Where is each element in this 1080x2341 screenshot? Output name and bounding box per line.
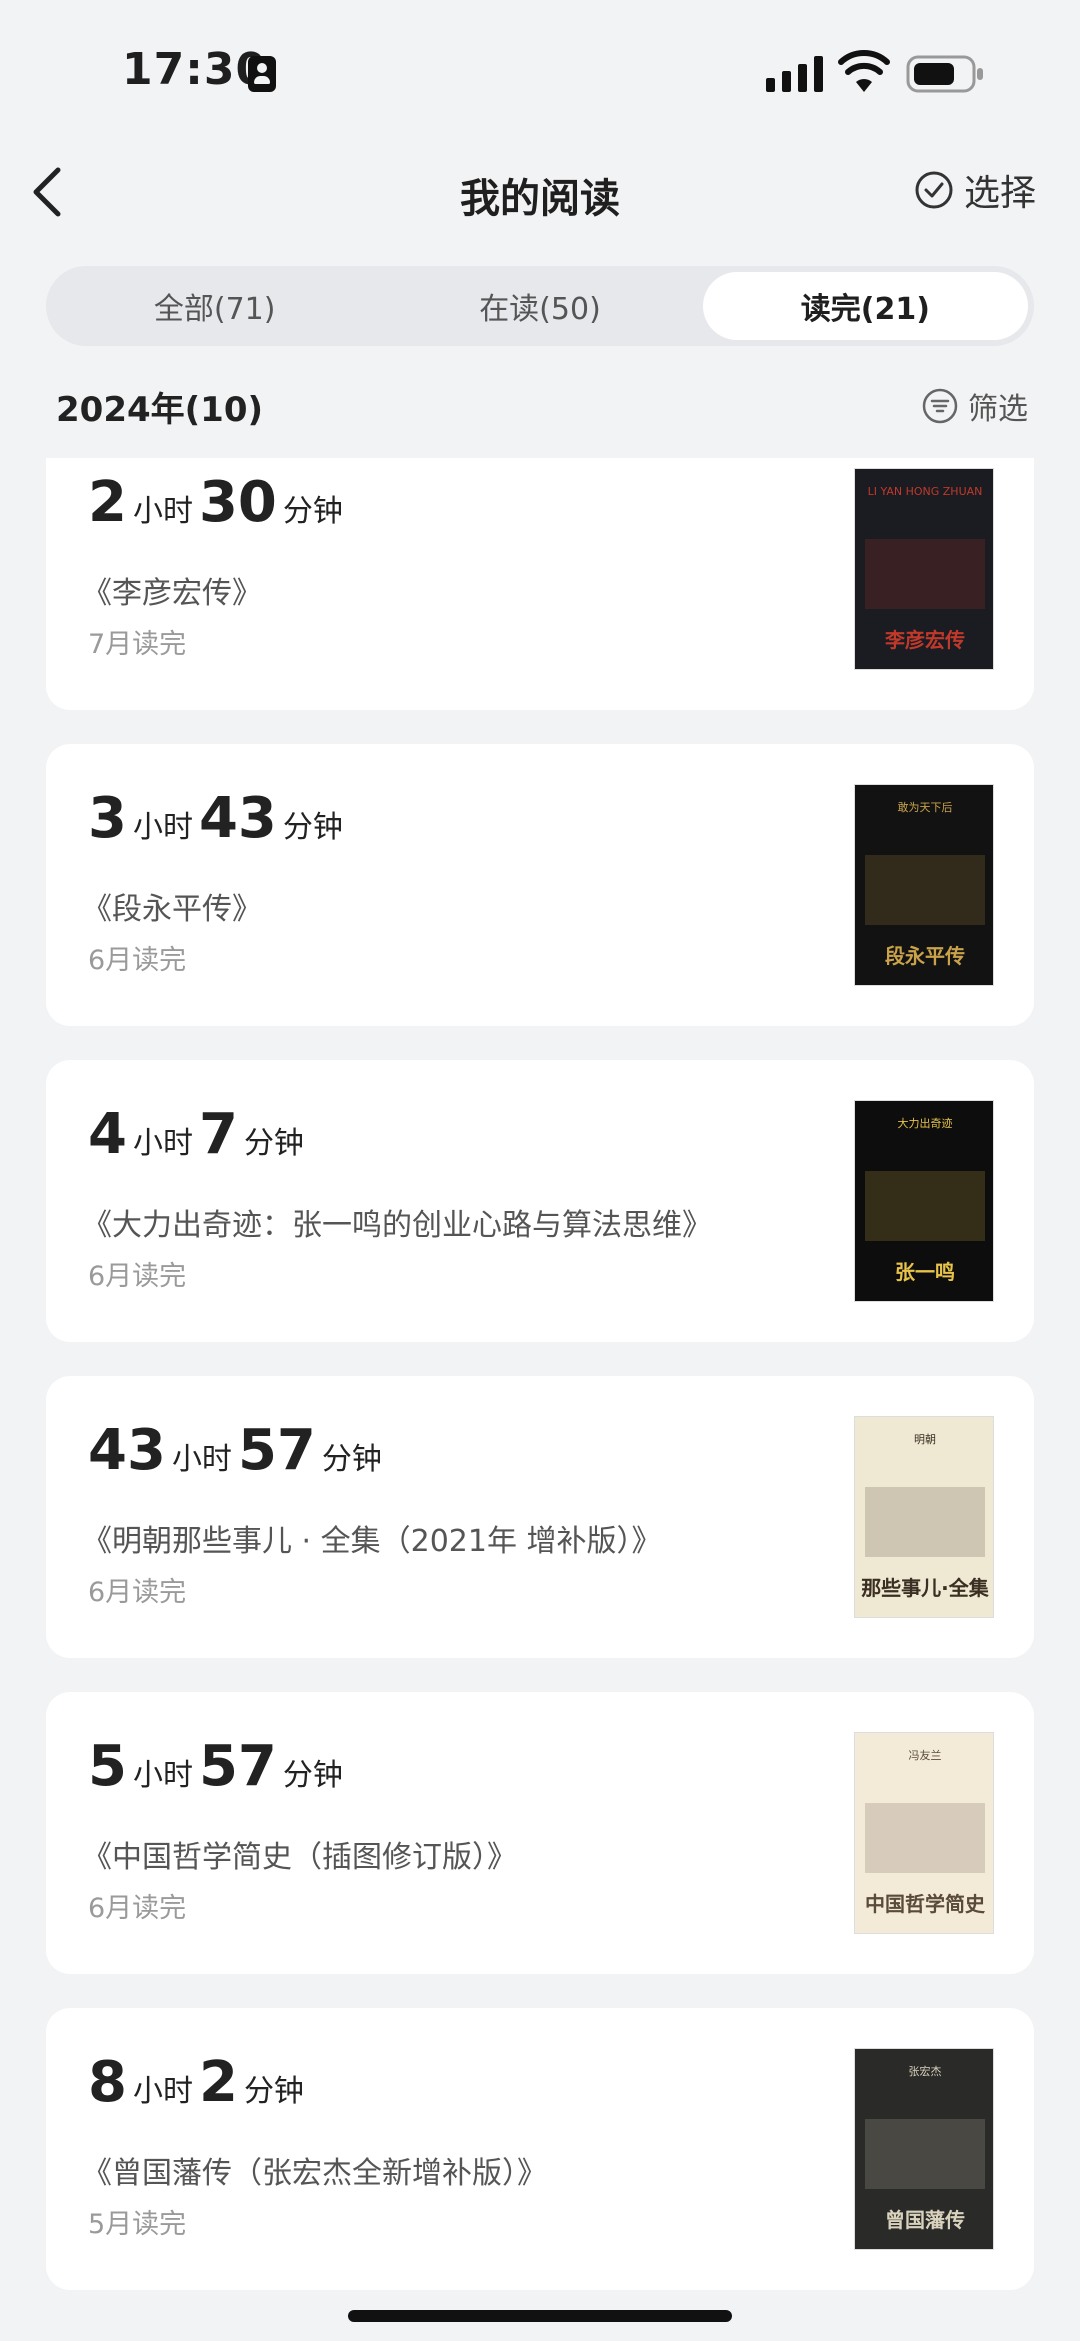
- select-label: 选择: [963, 173, 1036, 214]
- svg-text:张一鸣: 张一鸣: [895, 1260, 955, 1284]
- cover-art: 大力出奇迹张一鸣: [855, 1101, 993, 1301]
- hours-value: 2: [88, 470, 127, 535]
- minutes-value: 2: [198, 2050, 238, 2115]
- finished-month: 7月读完: [88, 629, 187, 660]
- reading-duration: 43 小时 57 分钟: [88, 1418, 388, 1483]
- wifi-icon: [838, 50, 890, 92]
- book-title: 《明朝那些事儿 · 全集（2021年 增补版）》: [82, 1524, 662, 1559]
- hours-unit: 小时: [132, 2074, 193, 2109]
- cellular-signal-icon: [766, 56, 823, 92]
- check-circle-icon: [915, 171, 953, 209]
- svg-text:敢为天下后: 敢为天下后: [898, 800, 953, 814]
- finished-book-list[interactable]: 2 小时 30 分钟 《李彦宏传》 7月读完 LI YAN HONG ZHUAN…: [0, 458, 1080, 2298]
- book-card[interactable]: 4 小时 7 分钟 《大力出奇迹：张一鸣的创业心路与算法思维》 6月读完 大力出…: [46, 1060, 1034, 1342]
- filter-label: 筛选: [968, 392, 1028, 427]
- book-title: 《李彦宏传》: [82, 576, 262, 611]
- svg-text:段永平传: 段永平传: [885, 944, 965, 968]
- book-card[interactable]: 5 小时 57 分钟 《中国哲学简史（插图修订版）》 6月读完 冯友兰中国哲学简…: [46, 1692, 1034, 1974]
- book-card[interactable]: 43 小时 57 分钟 《明朝那些事儿 · 全集（2021年 增补版）》 6月读…: [46, 1376, 1034, 1658]
- book-title: 《段永平传》: [82, 892, 262, 927]
- minutes-value: 43: [198, 786, 277, 851]
- minutes-value: 57: [237, 1418, 316, 1483]
- status-time: 17:30: [122, 44, 268, 95]
- finished-month: 6月读完: [88, 1893, 187, 1924]
- hours-unit: 小时: [132, 810, 193, 845]
- tab-all[interactable]: 全部(71): [52, 272, 377, 340]
- status-bar: 17:30: [0, 0, 1080, 140]
- svg-text:那些事儿·全集: 那些事儿·全集: [861, 1576, 990, 1600]
- book-cover-image[interactable]: 大力出奇迹 张一鸣: [854, 1100, 994, 1302]
- hours-unit: 小时: [132, 494, 193, 529]
- minutes-unit: 分钟: [243, 2074, 304, 2109]
- reading-duration: 8 小时 2 分钟: [88, 2050, 310, 2115]
- minutes-unit: 分钟: [282, 1758, 343, 1793]
- book-title: 《中国哲学简史（插图修订版）》: [82, 1840, 517, 1875]
- book-title: 《曾国藩传（张宏杰全新增补版）》: [82, 2156, 547, 2191]
- svg-text:李彦宏传: 李彦宏传: [884, 628, 965, 652]
- reading-duration: 3 小时 43 分钟: [88, 786, 349, 851]
- minutes-unit: 分钟: [282, 810, 343, 845]
- hours-value: 8: [88, 2050, 127, 2115]
- hours-value: 5: [88, 1734, 127, 1799]
- book-card[interactable]: 3 小时 43 分钟 《段永平传》 6月读完 敢为天下后段永平传: [46, 744, 1034, 1026]
- minutes-unit: 分钟: [321, 1442, 382, 1477]
- book-card[interactable]: 8 小时 2 分钟 《曾国藩传（张宏杰全新增补版）》 5月读完 张宏杰曾国藩传: [46, 2008, 1034, 2290]
- id-card-icon: [248, 56, 276, 92]
- svg-text:冯友兰: 冯友兰: [909, 1748, 942, 1762]
- year-section-title: 2024年(10): [56, 390, 264, 430]
- reading-duration: 2 小时 30 分钟: [88, 470, 349, 535]
- svg-text:LI YAN HONG ZHUAN: LI YAN HONG ZHUAN: [868, 485, 983, 498]
- book-cover-image[interactable]: 张宏杰 曾国藩传: [854, 2048, 994, 2250]
- cover-art: 明朝那些事儿·全集: [855, 1417, 993, 1617]
- minutes-value: 7: [198, 1102, 238, 1167]
- header: 我的阅读 选择: [0, 140, 1080, 240]
- filter-button[interactable]: 筛选: [922, 384, 1028, 428]
- reading-duration: 5 小时 57 分钟: [88, 1734, 349, 1799]
- filter-icon: [922, 388, 958, 424]
- hours-unit: 小时: [132, 1758, 193, 1793]
- filter-tabs: 全部(71) 在读(50) 读完(21): [46, 266, 1034, 346]
- finished-month: 6月读完: [88, 1577, 187, 1608]
- svg-text:曾国藩传: 曾国藩传: [885, 2208, 965, 2232]
- finished-month: 5月读完: [88, 2209, 187, 2240]
- cover-art: 冯友兰中国哲学简史: [855, 1733, 993, 1933]
- minutes-unit: 分钟: [243, 1126, 304, 1161]
- cover-art: LI YAN HONG ZHUAN 李彦宏传: [855, 469, 993, 669]
- book-card[interactable]: 2 小时 30 分钟 《李彦宏传》 7月读完 LI YAN HONG ZHUAN…: [46, 458, 1034, 710]
- hours-value: 3: [88, 786, 127, 851]
- tab-reading[interactable]: 在读(50): [377, 272, 702, 340]
- tab-finished[interactable]: 读完(21): [702, 272, 1028, 340]
- hours-value: 43: [88, 1418, 166, 1483]
- svg-text:张宏杰: 张宏杰: [909, 2064, 942, 2078]
- hours-unit: 小时: [132, 1126, 193, 1161]
- reading-duration: 4 小时 7 分钟: [88, 1102, 310, 1167]
- minutes-value: 30: [198, 470, 277, 535]
- home-indicator: [348, 2310, 732, 2322]
- minutes-value: 57: [198, 1734, 277, 1799]
- book-cover-image[interactable]: 敢为天下后 段永平传: [854, 784, 994, 986]
- svg-text:中国哲学简史: 中国哲学简史: [865, 1892, 986, 1916]
- cover-art: 敢为天下后段永平传: [855, 785, 993, 985]
- battery-icon: [906, 55, 983, 93]
- book-cover-image[interactable]: 冯友兰 中国哲学简史: [854, 1732, 994, 1934]
- svg-text:大力出奇迹: 大力出奇迹: [898, 1116, 953, 1130]
- book-cover-image[interactable]: 明朝那些事儿·全集: [854, 1416, 994, 1618]
- finished-month: 6月读完: [88, 945, 187, 976]
- svg-text:明朝: 明朝: [914, 1433, 936, 1446]
- finished-month: 6月读完: [88, 1261, 187, 1292]
- hours-unit: 小时: [171, 1442, 232, 1477]
- minutes-unit: 分钟: [282, 494, 343, 529]
- cover-art: 张宏杰曾国藩传: [855, 2049, 993, 2249]
- book-title: 《大力出奇迹：张一鸣的创业心路与算法思维》: [82, 1208, 712, 1243]
- select-button[interactable]: 选择: [914, 164, 1036, 216]
- hours-value: 4: [88, 1102, 127, 1167]
- book-cover-image[interactable]: LI YAN HONG ZHUAN 李彦宏传: [854, 468, 994, 670]
- year-section-header: 2024年(10) 筛选: [54, 376, 1034, 432]
